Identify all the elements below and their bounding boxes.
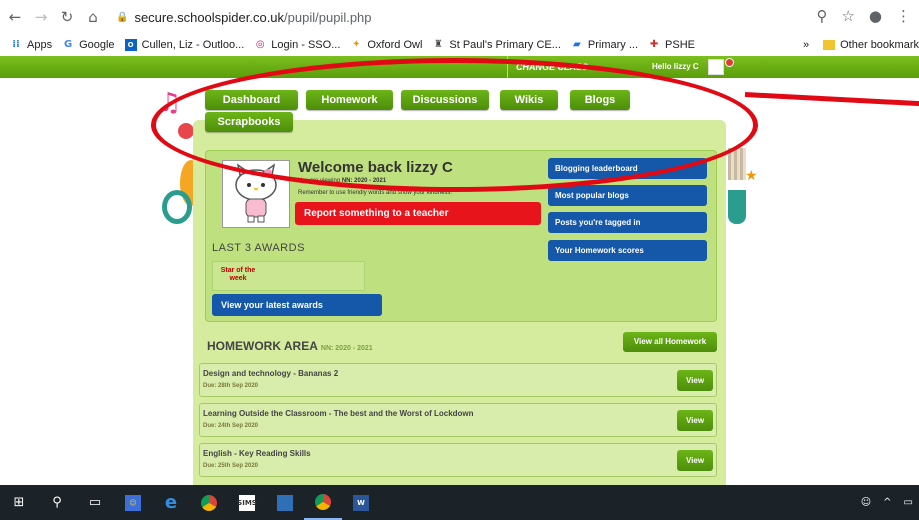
decor-pencils xyxy=(728,148,746,180)
homework-row: Design and technology - Bananas 2 Due: 2… xyxy=(199,363,717,397)
bookmarks-overflow[interactable]: » xyxy=(803,39,809,51)
address-bar[interactable]: 🔒 secure.schoolspider.co.uk/pupil/pupil.… xyxy=(116,10,372,25)
most-popular-blogs-button[interactable]: Most popular blogs xyxy=(548,185,707,206)
posts-tagged-button[interactable]: Posts you're tagged in xyxy=(548,212,707,233)
homework-name: Learning Outside the Classroom - The bes… xyxy=(203,409,474,418)
google-icon: G xyxy=(63,39,73,50)
windows-start-icon[interactable]: ⊞ xyxy=(0,485,38,520)
notification-badge[interactable] xyxy=(725,58,734,67)
homework-name: Design and technology - Bananas 2 xyxy=(203,369,339,378)
search-icon[interactable]: ⚲ xyxy=(38,485,76,520)
lock-icon: 🔒 xyxy=(116,11,129,23)
folder-icon xyxy=(823,40,836,50)
outlook-icon: O xyxy=(124,39,137,51)
view-homework-button[interactable]: View xyxy=(677,410,713,431)
chrome-icon[interactable] xyxy=(190,485,228,520)
login-icon: ◎ xyxy=(255,39,265,50)
browser-toolbar: ← → ↻ ⌂ 🔒 secure.schoolspider.co.uk/pupi… xyxy=(0,0,919,34)
user-avatar[interactable] xyxy=(708,59,724,75)
homework-area-title: HOMEWORK AREA NN: 2020 - 2021 xyxy=(207,339,373,353)
report-to-teacher-button[interactable]: Report something to a teacher xyxy=(295,202,541,225)
owl-icon: ✦ xyxy=(352,39,361,50)
bookmark-oxford-owl[interactable]: ✦ Oxford Owl xyxy=(350,39,422,51)
view-all-homework-button[interactable]: View all Homework xyxy=(623,332,717,352)
awards-title: LAST 3 AWARDS xyxy=(212,242,305,254)
home-icon[interactable]: ⌂ xyxy=(82,6,104,28)
bookmarks-bar: ⁞⁞ Apps G Google O Cullen, Liz - Outloo... … xyxy=(0,34,919,56)
star-of-the-week-badge[interactable]: Star of the week xyxy=(216,267,260,285)
school-icon: ♜ xyxy=(433,39,443,50)
apps-grid-icon: ⁞⁞ xyxy=(12,39,20,50)
bookmark-pshe[interactable]: ✚ PSHE xyxy=(648,39,695,51)
chrome-active-icon[interactable] xyxy=(304,485,342,520)
bookmark-outlook[interactable]: O Cullen, Liz - Outloo... xyxy=(124,39,244,51)
homework-scores-button[interactable]: Your Homework scores xyxy=(548,240,707,261)
people-icon[interactable]: ☺ xyxy=(861,497,871,508)
zoom-icon[interactable]: ⚲ xyxy=(816,7,827,25)
word-icon[interactable]: W xyxy=(342,485,380,520)
forward-icon[interactable]: → xyxy=(30,6,52,28)
tray-chevron-icon[interactable]: ^ xyxy=(883,497,891,508)
homework-name: English - Key Reading Skills xyxy=(203,449,311,458)
pshe-icon: ✚ xyxy=(649,39,659,50)
view-homework-button[interactable]: View xyxy=(677,450,713,471)
sims-app-icon[interactable]: SIMS xyxy=(228,485,266,520)
bookmark-google[interactable]: G Google xyxy=(62,39,115,51)
reload-icon[interactable]: ↻ xyxy=(56,6,78,28)
windows-taskbar: ⊞ ⚲ ▭ ☺ e SIMS W ☺ ^ ▭ xyxy=(0,485,919,520)
homework-due: Due: 24th Sep 2020 xyxy=(203,423,259,429)
view-latest-awards-button[interactable]: View your latest awards xyxy=(212,294,382,316)
menu-icon[interactable]: ⋮ xyxy=(896,7,911,25)
bookmark-st-pauls[interactable]: ♜ St Paul's Primary CE... xyxy=(432,39,561,51)
decor-paint-jar xyxy=(728,190,746,224)
other-bookmarks[interactable]: Other bookmark xyxy=(840,39,919,51)
homework-due: Due: 28th Sep 2020 xyxy=(203,383,259,389)
annotation-ellipse xyxy=(151,58,758,192)
star-icon[interactable]: ☆ xyxy=(841,7,854,25)
task-view-icon[interactable]: ▭ xyxy=(76,485,114,520)
url-path: /pupil/pupil.php xyxy=(284,9,372,25)
bookmark-login[interactable]: ◎ Login - SSO... xyxy=(254,39,340,51)
star-decor-icon: ★ xyxy=(745,168,758,184)
homework-row: English - Key Reading Skills Due: 25th S… xyxy=(199,443,717,477)
decor-blob-teal xyxy=(162,190,192,224)
bookmark-apps[interactable]: ⁞⁞ Apps xyxy=(10,39,52,51)
url-host: secure.schoolspider.co.uk xyxy=(134,9,285,25)
profile-icon[interactable]: ● xyxy=(869,7,882,25)
back-icon[interactable]: ← xyxy=(4,6,26,28)
battery-icon[interactable]: ▭ xyxy=(904,497,913,508)
edge-icon[interactable]: e xyxy=(152,485,190,520)
homework-due: Due: 25th Sep 2020 xyxy=(203,463,259,469)
homework-row: Learning Outside the Classroom - The bes… xyxy=(199,403,717,437)
photos-app-icon[interactable]: ☺ xyxy=(114,485,152,520)
app-window-icon[interactable] xyxy=(266,485,304,520)
primary-icon: ▰ xyxy=(573,39,581,50)
bookmark-primary[interactable]: ▰ Primary ... xyxy=(571,39,638,51)
view-homework-button[interactable]: View xyxy=(677,370,713,391)
